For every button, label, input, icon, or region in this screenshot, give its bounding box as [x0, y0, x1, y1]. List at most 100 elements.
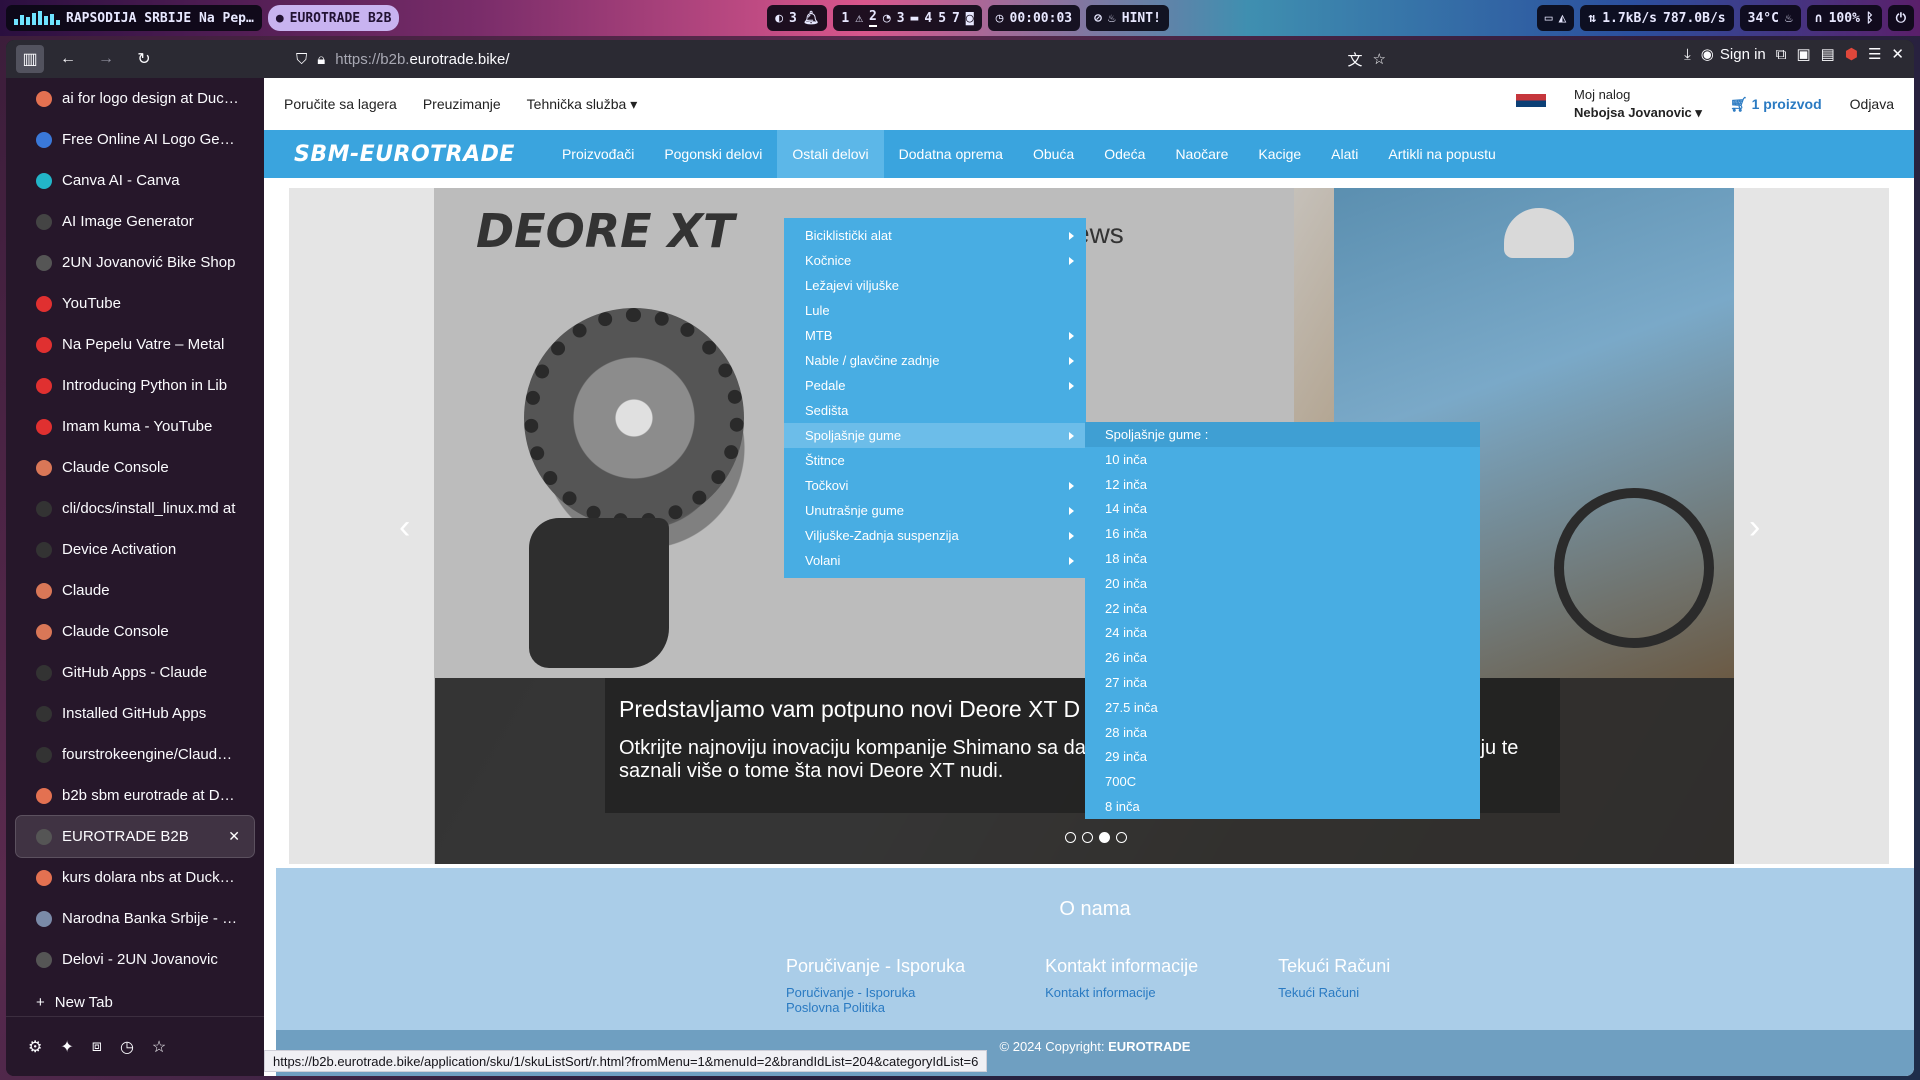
tab-item[interactable]: Device Activation — [16, 529, 254, 570]
main-nav-item[interactable]: Kacige — [1243, 130, 1316, 178]
tray-apps[interactable]: ▭ ◭ — [1536, 5, 1575, 31]
submenu-item[interactable]: 27 inča — [1085, 670, 1480, 695]
extensions-icon[interactable]: ⧉ — [1776, 46, 1787, 63]
tab-item[interactable]: fourstrokeengine/Claude: C — [16, 734, 254, 775]
submenu-item[interactable]: 16 inča — [1085, 521, 1480, 546]
tab-item[interactable]: b2b sbm eurotrade at Duck — [16, 775, 254, 816]
dropdown-item[interactable]: Viljuške-Zadnja suspenzija — [784, 523, 1086, 548]
footer-link[interactable]: Kontakt informacije — [1045, 985, 1198, 1000]
link-download[interactable]: Preuzimanje — [423, 96, 501, 112]
dropdown-item[interactable]: Unutrašnje gume — [784, 498, 1086, 523]
tab-item[interactable]: kurs dolara nbs at DuckDuc — [16, 857, 254, 898]
tab-item[interactable]: Introducing Python in Lib — [16, 365, 254, 406]
main-nav-item[interactable]: Proizvođači — [547, 130, 649, 178]
dropdown-item[interactable]: Biciklistički alat — [784, 223, 1086, 248]
account-menu[interactable]: Moj nalog Nebojsa Jovanovic ▾ — [1574, 86, 1702, 122]
footer-link[interactable]: Poslovna Politika — [786, 1000, 965, 1015]
tab-item[interactable]: cli/docs/install_linux.md at — [16, 488, 254, 529]
site-logo[interactable]: SBM-EUROTRADE — [294, 142, 515, 167]
carousel-dot[interactable] — [1082, 832, 1093, 843]
submenu-item[interactable]: 20 inča — [1085, 571, 1480, 596]
main-nav-item[interactable]: Dodatna oprema — [884, 130, 1018, 178]
forward-button[interactable]: → — [92, 45, 120, 73]
reload-button[interactable]: ↻ — [130, 45, 158, 73]
cart-link[interactable]: 🛒︎ 1 proizvod — [1730, 96, 1822, 113]
dropdown-item[interactable]: Štitnce — [784, 448, 1086, 473]
submenu-item[interactable]: 8 inča — [1085, 794, 1480, 819]
dropdown-item[interactable]: Spoljašnje gume — [784, 423, 1086, 448]
link-order-stock[interactable]: Poručite sa lagera — [284, 96, 397, 112]
dropdown-item[interactable]: Sedišta — [784, 398, 1086, 423]
logout-link[interactable]: Odjava — [1850, 96, 1894, 112]
bookmark-star-icon[interactable]: ☆ — [1373, 50, 1386, 68]
carousel-dot[interactable] — [1116, 832, 1127, 843]
close-tab-icon[interactable]: ✕ — [228, 828, 240, 845]
main-nav-item[interactable]: Artikli na popustu — [1373, 130, 1510, 178]
tab-item[interactable]: EUROTRADE B2B ✕ — [15, 815, 255, 858]
back-button[interactable]: ← — [54, 45, 82, 73]
dropdown-item[interactable]: Volani — [784, 548, 1086, 573]
tab-item[interactable]: Installed GitHub Apps — [16, 693, 254, 734]
hint-widget[interactable]: ⊘ ♨ HINT! — [1086, 5, 1169, 31]
submenu-item[interactable]: 10 inča — [1085, 447, 1480, 472]
workspace-1[interactable]: 1 — [841, 11, 849, 26]
main-nav-item[interactable]: Obuća — [1018, 130, 1089, 178]
tab-item[interactable]: YouTube — [16, 283, 254, 324]
sidebar-toggle-button[interactable]: ▥ — [16, 45, 44, 73]
network-monitor[interactable]: ⇅ 1.7kB/s 787.0B/s — [1580, 5, 1734, 31]
tab-item[interactable]: Narodna Banka Srbije - Kur — [16, 898, 254, 939]
submenu-item[interactable]: 22 inča — [1085, 596, 1480, 621]
sign-in-button[interactable]: ◉ Sign in — [1701, 45, 1766, 64]
main-nav-item[interactable]: Odeća — [1089, 130, 1160, 178]
carousel-dot[interactable] — [1065, 832, 1076, 843]
submenu-item[interactable]: 24 inča — [1085, 621, 1480, 646]
tab-item[interactable]: Free Online AI Logo Genera — [16, 119, 254, 160]
submenu-item[interactable]: 700C — [1085, 769, 1480, 794]
tab-item[interactable]: Canva AI - Canva — [16, 160, 254, 201]
tab-item[interactable]: ai for logo design at DuckD — [16, 78, 254, 119]
timer[interactable]: ◷ 00:00:03 — [987, 5, 1081, 31]
ublock-icon[interactable]: ⬢ — [1845, 45, 1858, 63]
history-icon[interactable]: ◷ — [120, 1037, 134, 1057]
download-icon[interactable]: ⤓ — [1684, 46, 1691, 63]
close-window-icon[interactable]: ✕ — [1891, 45, 1904, 63]
submenu-item[interactable]: 27.5 inča — [1085, 695, 1480, 720]
tab-item[interactable]: Na Pepelu Vatre – Metal — [16, 324, 254, 365]
ai-chatbot-icon[interactable]: ✦ — [60, 1037, 73, 1057]
now-playing[interactable]: RAPSODIJA SRBIJE Na Pep… — [66, 11, 254, 26]
dropdown-item[interactable]: Ležajevi viljuške — [784, 273, 1086, 298]
tab-item[interactable]: Claude Console — [16, 447, 254, 488]
tab-item[interactable]: Claude Console — [16, 611, 254, 652]
tab-item[interactable]: Imam kuma - YouTube — [16, 406, 254, 447]
settings-icon[interactable]: ⚙ — [28, 1037, 42, 1057]
tab-item[interactable]: Claude — [16, 570, 254, 611]
submenu-item[interactable]: 28 inča — [1085, 720, 1480, 745]
footer-link[interactable]: Tekući Računi — [1278, 985, 1390, 1000]
workspace-5[interactable]: 5 — [938, 11, 946, 26]
dropdown-item[interactable]: Pedale — [784, 373, 1086, 398]
url-bar[interactable]: ⛉ 🔒︎ https://b2b.eurotrade.bike/ 文 ☆ — [296, 44, 1386, 74]
main-nav-item[interactable]: Ostali delovi — [777, 130, 884, 178]
main-nav-item[interactable]: Alati — [1316, 130, 1373, 178]
screenshot-icon[interactable]: ▤ — [1821, 45, 1835, 63]
containers-icon[interactable]: ▣ — [1796, 45, 1810, 63]
submenu-item[interactable]: 12 inča — [1085, 472, 1480, 497]
workspaces[interactable]: 1 ⚠ 2 ◔ 3 ▬ 4 5 7 ◙ — [833, 5, 982, 31]
submenu-item[interactable]: 29 inča — [1085, 745, 1480, 770]
bookmarks-icon[interactable]: ☆ — [152, 1037, 166, 1057]
power-menu[interactable]: ⏻ — [1887, 5, 1915, 31]
menu-icon[interactable]: ☰ — [1868, 45, 1881, 63]
serbia-flag-icon[interactable] — [1516, 94, 1547, 114]
volume[interactable]: ∩ 100% ᛒ — [1806, 5, 1882, 31]
workspace-3[interactable]: 3 — [897, 11, 905, 26]
dropdown-item[interactable]: Točkovi — [784, 473, 1086, 498]
active-window-title[interactable]: ● EUROTRADE B2B — [267, 5, 400, 31]
workspace-4[interactable]: 4 — [924, 11, 932, 26]
carousel-dot-active[interactable] — [1099, 832, 1110, 843]
footer-link[interactable]: Poručivanje - Isporuka — [786, 985, 965, 1000]
dropdown-item[interactable]: Nable / glavčine zadnje — [784, 348, 1086, 373]
notifications[interactable]: ◐ 3 🔔︎ — [767, 5, 828, 31]
tab-item[interactable]: Delovi - 2UN Jovanovic — [16, 939, 254, 980]
workspace-2[interactable]: 2 — [869, 9, 877, 27]
dropdown-item[interactable]: Lule — [784, 298, 1086, 323]
